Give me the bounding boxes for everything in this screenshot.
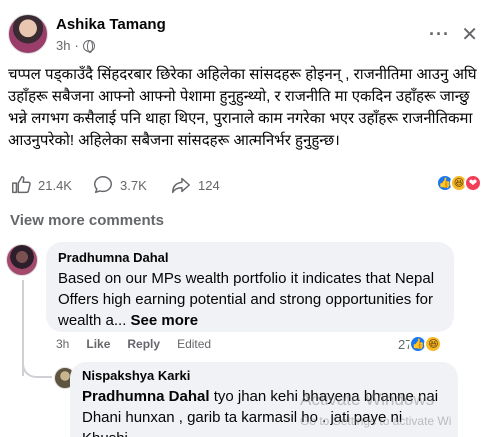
- ellipsis-icon[interactable]: ···: [429, 24, 450, 45]
- comment-text: Based on our MPs wealth portfolio it ind…: [58, 268, 442, 331]
- comment-body: Based on our MPs wealth portfolio it ind…: [58, 270, 435, 329]
- comment-time[interactable]: 3h: [56, 337, 69, 351]
- share-icon: [172, 177, 190, 194]
- post-author-name[interactable]: Ashika Tamang: [56, 16, 166, 33]
- comment-footer: 3h Like Reply Edited: [56, 337, 211, 351]
- like-button[interactable]: 21.4K: [10, 174, 72, 196]
- like-count: 21.4K: [38, 177, 72, 193]
- comment-reactions[interactable]: 27 👍 😆: [398, 335, 443, 353]
- reply-bubble: Nispakshya Karki Pradhumna Dahal tyo jha…: [70, 362, 458, 437]
- edited-label[interactable]: Edited: [177, 337, 211, 351]
- comment-bubble: Pradhumna Dahal Based on our MPs wealth …: [46, 242, 454, 332]
- post-time[interactable]: 3h: [56, 38, 70, 53]
- reply-author[interactable]: Nispakshya Karki: [82, 368, 446, 383]
- love-reaction-icon: ❤: [464, 174, 482, 192]
- post-reactions[interactable]: 👍 😆 ❤: [436, 174, 482, 192]
- thread-connector: [22, 356, 52, 378]
- post-actions: 21.4K 3.7K 124 👍 😆 ❤: [8, 172, 482, 196]
- comment-avatar[interactable]: [6, 244, 38, 276]
- thumbs-up-icon: [12, 176, 31, 194]
- post-text: चप्पल पड्काउँदै सिंहदरबार छिरेका अहिलेका…: [8, 66, 477, 149]
- haha-reaction-icon: 😆: [424, 335, 443, 353]
- comment-author[interactable]: Pradhumna Dahal: [58, 250, 442, 265]
- mention-link[interactable]: Pradhumna Dahal: [82, 388, 210, 405]
- post-header: Ashika Tamang 3h · ··· ✕: [8, 10, 480, 58]
- reply-text: Pradhumna Dahal tyo jhan kehi bhayena bh…: [82, 386, 446, 437]
- view-more-comments-link[interactable]: View more comments: [10, 212, 164, 229]
- comment-like-button[interactable]: Like: [86, 337, 110, 351]
- share-button[interactable]: 124: [170, 174, 220, 196]
- see-more-link[interactable]: See more: [131, 312, 199, 329]
- comment-button[interactable]: 3.7K: [92, 174, 147, 196]
- comment-icon: [94, 176, 112, 194]
- close-icon[interactable]: ✕: [461, 22, 478, 47]
- comment-count: 3.7K: [120, 177, 147, 193]
- share-count: 124: [198, 177, 220, 193]
- author-avatar[interactable]: [8, 14, 48, 54]
- globe-icon: [82, 39, 95, 53]
- comment-reply-button[interactable]: Reply: [127, 337, 160, 351]
- post-meta: 3h ·: [56, 38, 95, 53]
